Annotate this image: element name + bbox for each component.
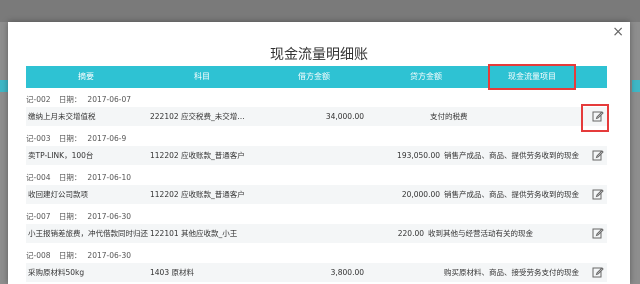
column-header-cash-flow-item: 现金流量项目 <box>488 64 576 90</box>
date-label: 日期： <box>58 95 82 104</box>
date-value: 2017-06-9 <box>87 134 127 143</box>
cash-flow-item-cell: 支付的税费 <box>430 112 468 121</box>
credit-cell: 220.00 <box>397 229 424 238</box>
summary-cell: 采购原材料50kg <box>28 268 85 277</box>
cash-flow-item-cell: 收到其他与经营活动有关的现金 <box>428 229 533 238</box>
table-row: 卖TP-LINK，100台 112202 应收账款_普通客户 193,050.0… <box>26 146 607 165</box>
background-right-accent <box>632 80 640 92</box>
record-header: 记-008 日期： 2017-06-30 <box>26 250 137 262</box>
edit-icon[interactable] <box>592 149 604 161</box>
record-header: 记-002 日期： 2017-06-07 <box>26 94 137 106</box>
account-cell: 1403 原材料 <box>150 268 194 277</box>
voucher-number: 记-002 <box>26 95 51 104</box>
account-cell: 222102 应交税费_未交增… <box>150 112 245 121</box>
table-header: 摘要 科目 借方金额 贷方金额 现金流量项目 <box>26 64 607 90</box>
account-cell: 112202 应收账款_普通客户 <box>150 190 245 199</box>
table-row: 采购原材料50kg 1403 原材料 3,800.00 购买原材料、商品、接受劳… <box>26 263 607 282</box>
summary-cell: 卖TP-LINK，100台 <box>28 151 94 160</box>
column-header-summary: 摘要 <box>78 72 94 81</box>
cash-flow-item-cell: 销售产成品、商品、提供劳务收到的现金 <box>444 190 579 199</box>
summary-cell: 收回建灯公司款项 <box>28 190 88 199</box>
close-icon[interactable]: × <box>612 25 624 39</box>
summary-cell: 缴纳上月未交增值税 <box>28 112 96 121</box>
credit-cell: 20,000.00 <box>401 190 440 199</box>
edit-icon[interactable] <box>592 266 604 278</box>
summary-cell: 小王报销差旅费，冲代借款同时归还… <box>28 229 148 238</box>
date-label: 日期： <box>58 212 82 221</box>
modal-title: 现金流量明细账 <box>270 47 368 63</box>
date-value: 2017-06-07 <box>87 95 132 104</box>
edit-icon[interactable] <box>592 188 604 200</box>
voucher-number: 记-007 <box>26 212 51 221</box>
debit-cell: 34,000.00 <box>325 112 364 121</box>
account-cell: 112202 应收账款_普通客户 <box>150 151 245 160</box>
account-cell: 122101 其他应收款_小王 <box>150 229 238 238</box>
voucher-number: 记-004 <box>26 173 51 182</box>
table-row: 收回建灯公司款项 112202 应收账款_普通客户 20,000.00 销售产成… <box>26 185 607 204</box>
date-value: 2017-06-10 <box>87 173 132 182</box>
voucher-number: 记-008 <box>26 251 51 260</box>
edit-icon[interactable] <box>592 227 604 239</box>
record-group: 记-003 日期： 2017-06-9 卖TP-LINK，100台 112202 … <box>26 133 607 167</box>
table-row: 缴纳上月未交增值税 222102 应交税费_未交增… 34,000.00 支付的… <box>26 107 607 126</box>
background-page-header <box>0 0 640 22</box>
column-header-debit: 借方金额 <box>298 72 330 81</box>
record-group: 记-007 日期： 2017-06-30 小王报销差旅费，冲代借款同时归还… 12… <box>26 211 607 245</box>
credit-cell: 193,050.00 <box>397 151 440 160</box>
record-header: 记-007 日期： 2017-06-30 <box>26 211 137 223</box>
record-group: 记-008 日期： 2017-06-30 采购原材料50kg 1403 原材料 3… <box>26 250 607 284</box>
background-left-accent <box>0 80 8 92</box>
date-value: 2017-06-30 <box>87 251 132 260</box>
record-group: 记-002 日期： 2017-06-07 缴纳上月未交增值税 222102 应交税… <box>26 94 607 128</box>
record-header: 记-004 日期： 2017-06-10 <box>26 172 137 184</box>
date-label: 日期： <box>58 173 82 182</box>
table-row: 小王报销差旅费，冲代借款同时归还… 122101 其他应收款_小王 220.00… <box>26 224 607 243</box>
date-value: 2017-06-30 <box>87 212 132 221</box>
cash-flow-item-cell: 购买原材料、商品、接受劳务支付的现金 <box>444 268 579 277</box>
date-label: 日期： <box>58 251 82 260</box>
cash-flow-item-cell: 销售产成品、商品、提供劳务收到的现金 <box>444 151 579 160</box>
record-header: 记-003 日期： 2017-06-9 <box>26 133 132 145</box>
cash-flow-detail-modal: × 现金流量明细账 摘要 科目 借方金额 贷方金额 现金流量项目 记-002 日… <box>8 22 630 284</box>
record-group: 记-004 日期： 2017-06-10 收回建灯公司款项 112202 应收账款… <box>26 172 607 206</box>
debit-cell: 3,800.00 <box>330 268 364 277</box>
voucher-number: 记-003 <box>26 134 51 143</box>
edit-highlight-box <box>581 104 609 132</box>
column-header-credit: 贷方金额 <box>410 72 442 81</box>
column-header-account: 科目 <box>194 72 210 81</box>
date-label: 日期： <box>58 134 82 143</box>
